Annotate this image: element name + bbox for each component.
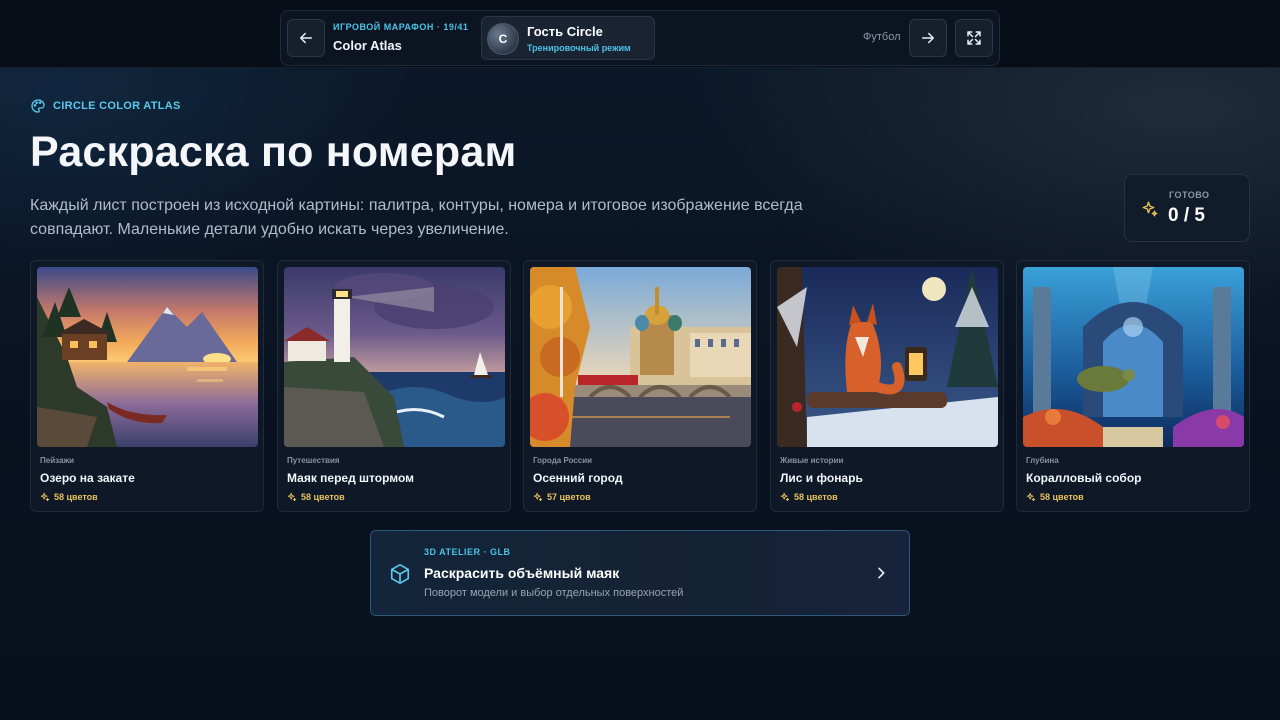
progress-label: ГОТОВО [1169,190,1210,200]
sport-label: Футбол [863,31,901,43]
artwork-thumbnail [530,267,751,447]
eyebrow-label: CIRCLE COLOR ATLAS [53,100,181,112]
expand-icon [967,31,981,45]
user-name: Гость Circle [527,24,603,39]
cube-icon [390,564,410,584]
artwork-card-lighthouse[interactable]: Путешествия Маяк перед штормом 58 цветов [277,260,511,512]
card-category: Живые истории [780,456,844,465]
next-button[interactable] [909,19,947,57]
sparkles-icon [780,492,790,502]
sparkles-icon [1026,492,1036,502]
card-title: Озеро на закате [40,471,135,485]
arrow-right-icon [922,32,934,44]
card-title: Осенний город [533,471,623,485]
card-category: Города России [533,456,593,465]
artwork-thumbnail [777,267,998,447]
artwork-thumbnail [37,267,258,447]
atelier-title: Раскрасить объёмный маяк [424,565,620,581]
artwork-card-fox[interactable]: Живые истории Лис и фонарь 58 цветов [770,260,1004,512]
card-colors-label: 57 цветов [547,492,591,502]
palette-icon [31,99,45,113]
app-title: Color Atlas [333,38,402,53]
card-title: Лис и фонарь [780,471,863,485]
card-category: Глубина [1026,456,1059,465]
card-category: Пейзажи [40,456,75,465]
atelier-subtitle: Поворот модели и выбор отдельных поверхн… [424,587,684,599]
card-colors: 58 цветов [40,492,98,502]
user-pill[interactable]: C Гость Circle Тренировочный режим [481,16,655,60]
artwork-card-lake[interactable]: Пейзажи Озеро на закате 58 цветов [30,260,264,512]
card-colors: 58 цветов [287,492,345,502]
back-button[interactable] [287,19,325,57]
arrow-left-icon [300,32,312,44]
atelier-banner[interactable]: 3D ATELIER · GLB Раскрасить объёмный мая… [370,530,910,616]
card-title: Маяк перед штормом [287,471,415,485]
sparkles-icon [533,492,543,502]
avatar: C [487,23,519,55]
artwork-card-coral[interactable]: Глубина Коралловый собор 58 цветов [1016,260,1250,512]
eyebrow: CIRCLE COLOR ATLAS [30,98,181,114]
card-colors-label: 58 цветов [301,492,345,502]
progress-box: ГОТОВО 0 / 5 [1124,174,1250,242]
chevron-right-icon [878,567,885,579]
sparkles-icon [287,492,297,502]
progress-value: 0 / 5 [1168,205,1205,226]
card-title: Коралловый собор [1026,471,1142,485]
marathon-label: ИГРОВОЙ МАРАФОН · 19/41 [333,22,469,32]
card-colors: 58 цветов [1026,492,1084,502]
page-title: Раскраска по номерам [30,128,517,176]
artwork-thumbnail [1023,267,1244,447]
card-colors-label: 58 цветов [1040,492,1084,502]
atelier-tag: 3D ATELIER · GLB [424,547,511,557]
artwork-thumbnail [284,267,505,447]
card-colors: 57 цветов [533,492,591,502]
page-description: Каждый лист построен из исходной картины… [30,197,803,238]
artwork-card-autumn-city[interactable]: Города России Осенний город 57 цветов [523,260,757,512]
card-colors: 58 цветов [780,492,838,502]
card-colors-label: 58 цветов [794,492,838,502]
sparkles-icon [40,492,50,502]
fullscreen-button[interactable] [955,19,993,57]
card-category: Путешествия [287,456,340,465]
user-mode: Тренировочный режим [527,43,631,53]
card-colors-label: 58 цветов [54,492,98,502]
sparkles-icon [1142,201,1158,217]
top-bar: ИГРОВОЙ МАРАФОН · 19/41 Color Atlas C Го… [280,10,1000,66]
